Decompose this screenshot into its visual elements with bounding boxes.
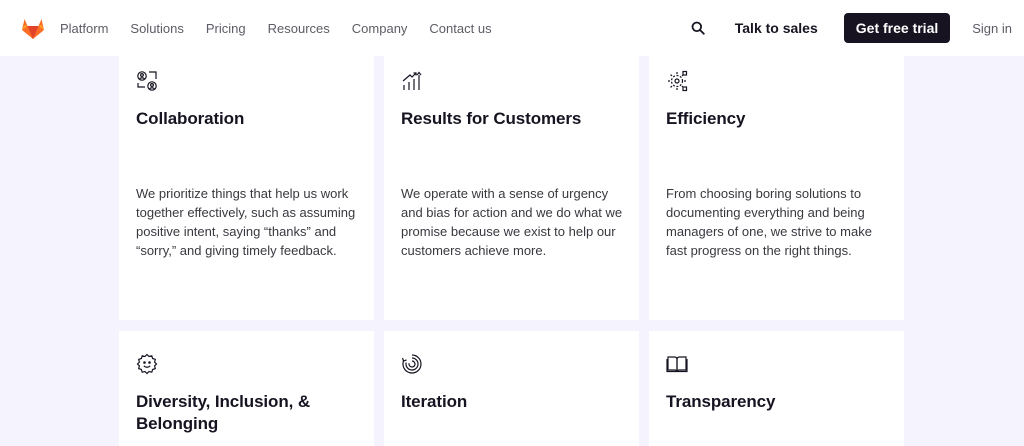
- chart-growth-icon: [402, 71, 422, 90]
- value-card-results: Results for Customers We operate with a …: [384, 56, 639, 320]
- value-card-diversity: Diversity, Inclusion, & Belonging: [119, 331, 374, 446]
- value-card-collaboration: Collaboration We prioritize things that …: [119, 56, 374, 320]
- card-title: Iteration: [401, 392, 468, 411]
- value-card-transparency: Transparency: [649, 331, 904, 446]
- card-title: Collaboration: [136, 109, 245, 128]
- nav-link-platform[interactable]: Platform: [60, 21, 108, 36]
- nav-links: Platform Solutions Pricing Resources Com…: [60, 0, 514, 56]
- nav-link-resources[interactable]: Resources: [268, 21, 330, 36]
- efficiency-icon: [668, 70, 688, 92]
- nav-link-pricing[interactable]: Pricing: [206, 21, 246, 36]
- nav-actions: Talk to sales Get free trial Sign in: [691, 0, 1024, 56]
- value-card-efficiency: Efficiency From choosing boring solution…: [649, 56, 904, 320]
- get-free-trial-button[interactable]: Get free trial: [843, 13, 951, 43]
- nav-link-solutions[interactable]: Solutions: [130, 21, 183, 36]
- iteration-icon: [401, 354, 422, 374]
- search-icon[interactable]: [691, 21, 705, 35]
- book-icon: [666, 356, 688, 373]
- nav-link-contact[interactable]: Contact us: [429, 21, 491, 36]
- card-title: Transparency: [666, 392, 776, 411]
- card-title: Efficiency: [666, 109, 746, 128]
- value-card-iteration: Iteration: [384, 331, 639, 446]
- gitlab-logo-icon[interactable]: [20, 15, 46, 41]
- sign-in-link[interactable]: Sign in: [972, 21, 1012, 36]
- card-description: We prioritize things that help us work t…: [136, 186, 356, 258]
- talk-to-sales-link[interactable]: Talk to sales: [735, 20, 818, 36]
- collaboration-icon: [137, 71, 157, 91]
- card-description: From choosing boring solutions to docume…: [666, 186, 872, 258]
- card-description: We operate with a sense of urgency and b…: [401, 186, 623, 258]
- diversity-icon: [136, 353, 158, 375]
- nav-link-company[interactable]: Company: [352, 21, 408, 36]
- card-title: Results for Customers: [401, 109, 582, 128]
- top-navigation: Platform Solutions Pricing Resources Com…: [0, 0, 1024, 56]
- card-title: Diversity, Inclusion, & Belonging: [136, 392, 311, 433]
